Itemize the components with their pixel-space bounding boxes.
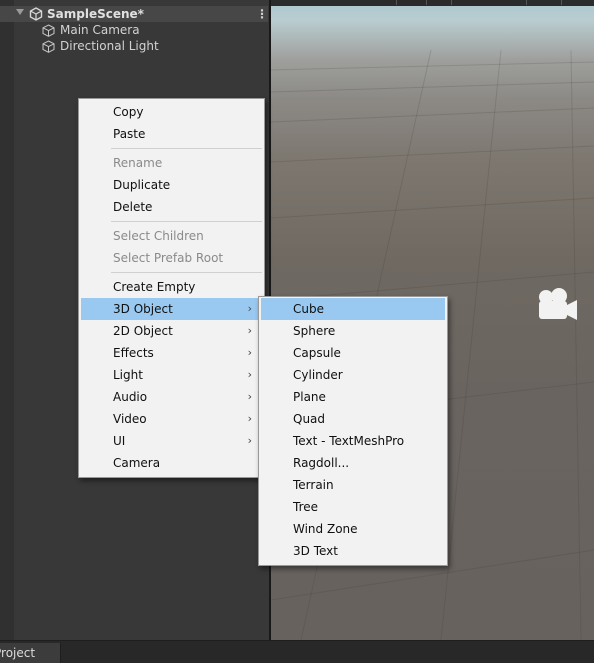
scene-title[interactable]: SampleScene* [47, 6, 144, 22]
submenu-3d-object: Cube Sphere Capsule Cylinder Plane Quad … [258, 296, 448, 566]
submenu-item-sphere[interactable]: Sphere [261, 320, 445, 342]
menu-item-copy[interactable]: Copy [81, 101, 262, 123]
submenu-item-tree[interactable]: Tree [261, 496, 445, 518]
hierarchy-gutter [0, 0, 14, 640]
submenu-item-terrain[interactable]: Terrain [261, 474, 445, 496]
cube-outline-icon [42, 24, 55, 37]
submenu-item-capsule[interactable]: Capsule [261, 342, 445, 364]
menu-item-duplicate[interactable]: Duplicate [81, 174, 262, 196]
chevron-right-icon: › [247, 346, 252, 359]
menu-item-camera[interactable]: Camera [81, 452, 262, 474]
submenu-item-quad[interactable]: Quad [261, 408, 445, 430]
submenu-item-cylinder[interactable]: Cylinder [261, 364, 445, 386]
chevron-right-icon: › [247, 434, 252, 447]
menu-item-effects[interactable]: Effects › [81, 342, 262, 364]
menu-item-create-empty[interactable]: Create Empty [81, 276, 262, 298]
kebab-menu-icon[interactable]: ⋮ [256, 7, 268, 21]
menu-separator [111, 148, 262, 149]
menu-item-light[interactable]: Light › [81, 364, 262, 386]
menu-item-ui[interactable]: UI › [81, 430, 262, 452]
chevron-right-icon: › [247, 412, 252, 425]
menu-separator [111, 272, 262, 273]
menu-item-video[interactable]: Video › [81, 408, 262, 430]
submenu-item-plane[interactable]: Plane [261, 386, 445, 408]
tab-project-label: Project [0, 646, 36, 660]
menu-item-3d-object[interactable]: 3D Object › [81, 298, 262, 320]
submenu-item-wind-zone[interactable]: Wind Zone [261, 518, 445, 540]
cube-outline-icon [42, 40, 55, 53]
chevron-right-icon: › [247, 302, 252, 315]
camera-gizmo-icon[interactable] [533, 287, 581, 323]
hierarchy-context-menu: Copy Paste Rename Duplicate Delete Selec… [78, 98, 265, 478]
submenu-item-3d-text[interactable]: 3D Text [261, 540, 445, 562]
submenu-item-cube[interactable]: Cube [261, 298, 445, 320]
hierarchy-item-label: Directional Light [60, 39, 159, 53]
hierarchy-item-label: Main Camera [60, 23, 140, 37]
menu-item-2d-object[interactable]: 2D Object › [81, 320, 262, 342]
menu-item-select-children: Select Children [113, 229, 204, 243]
menu-item-delete[interactable]: Delete [81, 196, 262, 218]
chevron-right-icon: › [247, 390, 252, 403]
menu-item-audio[interactable]: Audio › [81, 386, 262, 408]
unity-logo-icon [29, 7, 43, 21]
bottom-tab-bar: Project [0, 640, 594, 663]
fold-arrow-icon[interactable] [16, 9, 24, 15]
menu-item-paste[interactable]: Paste [81, 123, 262, 145]
menu-item-select-prefab-root: Select Prefab Root [113, 251, 224, 265]
chevron-right-icon: › [247, 324, 252, 337]
chevron-right-icon: › [247, 368, 252, 381]
menu-separator [111, 221, 262, 222]
tab-project[interactable]: Project [0, 643, 61, 663]
submenu-item-text-textmeshpro[interactable]: Text - TextMeshPro [261, 430, 445, 452]
scene-header-row[interactable]: SampleScene* ⋮ [0, 6, 268, 22]
menu-item-rename: Rename [113, 156, 163, 170]
submenu-item-ragdoll[interactable]: Ragdoll... [261, 452, 445, 474]
